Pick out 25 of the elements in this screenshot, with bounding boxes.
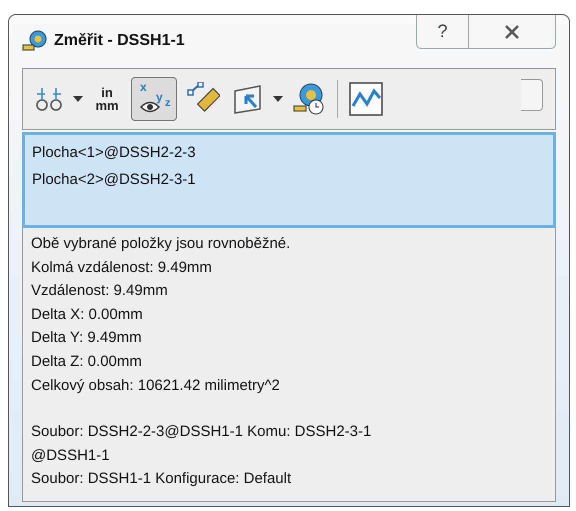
units-label: in mm	[95, 86, 119, 112]
file-line: @DSSH1-1	[31, 446, 110, 466]
result-line: Kolmá vzdálenost: 9.49mm	[31, 258, 212, 278]
result-line: Vzdálenost: 9.49mm	[31, 281, 168, 302]
axis-label: z	[165, 98, 170, 109]
pointer-icon	[232, 83, 264, 115]
selection-list[interactable]: Plocha<1>@DSSH2-2-3 Plocha<2>@DSSH2-3-1	[22, 132, 556, 228]
list-item[interactable]: Plocha<1>@DSSH2-2-3	[32, 139, 196, 166]
graph-icon	[349, 82, 383, 116]
overflow-button[interactable]	[521, 79, 543, 111]
list-item[interactable]: Plocha<2>@DSSH2-3-1	[32, 166, 196, 193]
result-line: Delta Z: 0.00mm	[31, 352, 142, 372]
axis-label: y	[156, 91, 163, 103]
toolbar-button[interactable]: in mm	[89, 77, 125, 121]
tape-measure-icon	[292, 82, 326, 116]
tape-measure-icon	[22, 30, 48, 52]
file-line: Soubor: DSSH2-2-3@DSSH1-1 Komu: DSSH2-3-1	[31, 422, 372, 442]
result-line: Celkový obsah: 10621.42 milimetry^2	[31, 376, 280, 396]
result-line: Delta Y: 9.49mm	[31, 328, 142, 348]
window-title: Změřit - DSSH1-1	[54, 31, 185, 51]
result-line: Delta X: 0.00mm	[31, 304, 143, 325]
result-line: Obě vybrané položky jsou rovnoběžné.	[31, 234, 290, 254]
close-icon	[505, 24, 519, 38]
file-line: Soubor: DSSH1-1 Konfigurace: Default	[31, 469, 292, 490]
axis-label: x	[140, 81, 147, 93]
